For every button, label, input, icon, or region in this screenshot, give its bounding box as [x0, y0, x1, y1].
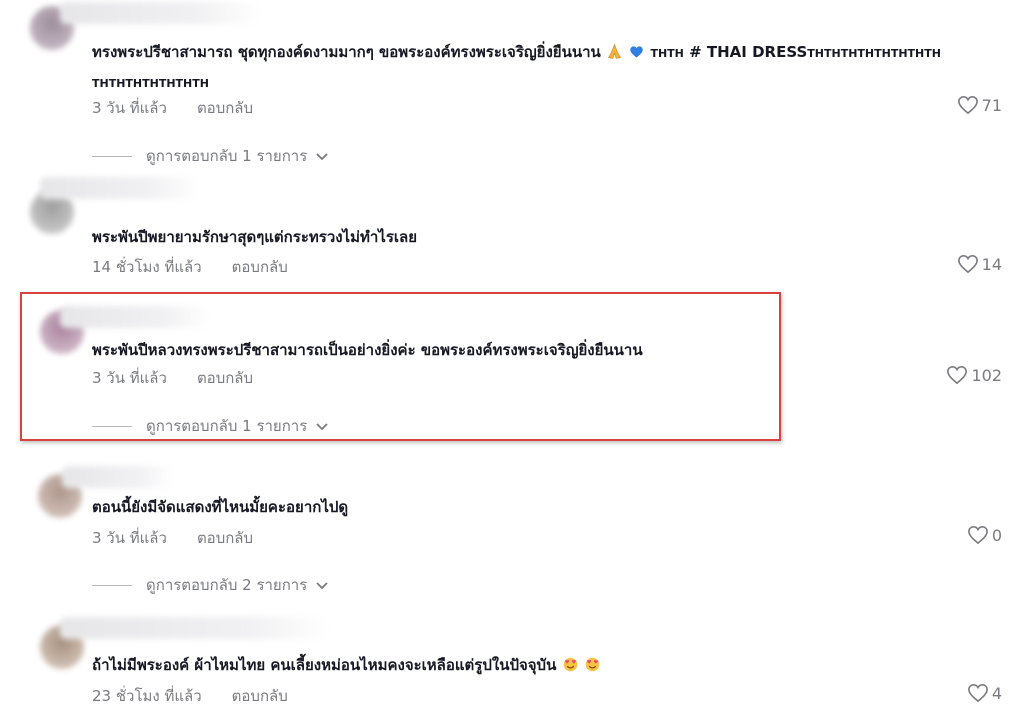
comment-text: ทรงพระปรีชาสามารถ ชุดทุกองค์ดงามมากๆ ขอพ…: [92, 43, 941, 90]
timestamp: 3 วัน ที่แล้ว: [92, 529, 167, 547]
like-count: 4: [991, 683, 1002, 703]
view-replies-button[interactable]: ดูการตอบกลับ 1 รายการ: [92, 144, 329, 168]
view-replies-label: ดูการตอบกลับ 1 รายการ: [146, 147, 308, 165]
username-blurred[interactable]: [60, 617, 330, 639]
like-count: 14: [981, 254, 1002, 274]
timestamp: 3 วัน ที่แล้ว: [92, 99, 167, 117]
reply-button[interactable]: ตอบกลับ: [197, 526, 253, 550]
like-button[interactable]: 4: [967, 683, 1002, 703]
heart-icon: [967, 683, 988, 703]
heart-icon: [957, 254, 978, 274]
comment-meta: 3 วัน ที่แล้ว ตอบกลับ: [92, 96, 253, 120]
like-button[interactable]: 102: [946, 365, 1002, 385]
like-button[interactable]: 71: [957, 95, 1002, 115]
praying-hands-emoji: [607, 43, 621, 59]
comment-text: พระพันปีพยายามรักษาสุดๆแต่กระทรวงไม่ทำไร…: [92, 228, 418, 246]
reply-button[interactable]: ตอบกลับ: [197, 96, 253, 120]
chevron-down-icon: [316, 582, 328, 590]
comment-meta: 14 ชั่วโมง ที่แล้ว ตอบกลับ: [92, 255, 288, 279]
divider-line: [92, 584, 132, 586]
divider-line: [92, 155, 132, 157]
comment-meta: 23 ชั่วโมง ที่แล้ว ตอบกลับ: [92, 684, 288, 708]
username-blurred[interactable]: [40, 177, 200, 199]
timestamp: 23 ชั่วโมง ที่แล้ว: [92, 687, 202, 705]
comment-text: ตอนนี้ยังมีจัดแสดงที่ไหนมั้ยคะอยากไปดู: [92, 498, 349, 516]
heart-icon: [947, 365, 968, 385]
heart-icon: [967, 525, 988, 545]
username-blurred[interactable]: [62, 466, 172, 488]
like-button[interactable]: 14: [957, 254, 1002, 274]
smiling-face-with-hearts-emoji: [563, 657, 577, 672]
chevron-down-icon: [316, 153, 328, 161]
highlight-box: [20, 292, 781, 441]
like-button[interactable]: 0: [967, 525, 1002, 545]
comment-text: ถ้าไม่มีพระองค์ ผ้าไหมไทย คนเลี้ยงหม่อนไ…: [92, 651, 992, 679]
timestamp: 14 ชั่วโมง ที่แล้ว: [92, 258, 202, 276]
like-count: 0: [991, 525, 1002, 545]
comment-meta: 3 วัน ที่แล้ว ตอบกลับ: [92, 526, 253, 550]
blue-heart-emoji: [630, 46, 643, 58]
smiling-face-with-hearts-emoji: [585, 657, 600, 672]
view-replies-button[interactable]: ดูการตอบกลับ 2 รายการ: [92, 573, 329, 597]
username-blurred[interactable]: [60, 2, 260, 24]
reply-button[interactable]: ตอบกลับ: [232, 684, 288, 708]
view-replies-label: ดูการตอบกลับ 2 รายการ: [146, 576, 308, 594]
heart-icon: [957, 95, 978, 115]
like-count: 102: [971, 365, 1002, 385]
like-count: 71: [981, 95, 1002, 115]
reply-button[interactable]: ตอบกลับ: [232, 255, 288, 279]
